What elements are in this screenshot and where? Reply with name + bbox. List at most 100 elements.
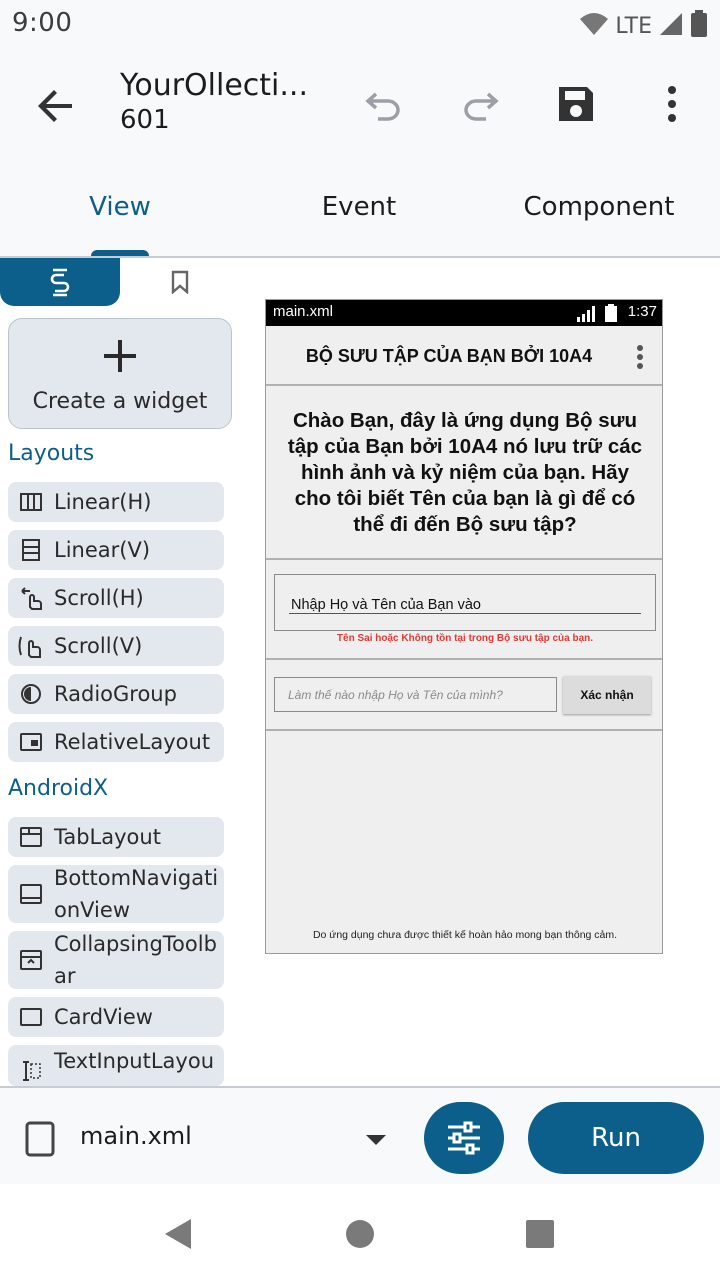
redo-button[interactable] [456,80,504,128]
status-time: 9:00 [12,8,73,38]
widget-label: Scroll(V) [54,634,143,658]
collapsing-toolbar-icon [12,949,50,971]
widget-label: RadioGroup [54,682,177,706]
nav-home-icon [346,1220,374,1248]
tab-event[interactable]: Event [299,192,419,222]
preview-input-placeholder: Làm thế nào nhập Họ và Tên của mình? [288,688,503,702]
widget-text-input-layout[interactable]: TextInputLayou [8,1045,224,1086]
project-id: 601 [120,105,170,135]
tab-component[interactable]: Component [510,192,688,222]
relative-layout-icon [12,732,50,752]
status-bar: 9:00 LTE [0,0,720,48]
tab-layout-icon [12,826,50,848]
bottom-navigation-icon [12,883,50,905]
widget-collapsing-toolbar[interactable]: CollapsingToolbar [8,931,224,989]
widget-scroll-v[interactable]: Scroll(V) [8,626,224,666]
preview-welcome-text: Chào Bạn, đây là ứng dụng Bộ sưu tập của… [287,409,643,536]
widget-label: RelativeLayout [54,730,211,754]
scroll-vertical-icon [12,633,50,659]
widget-relative-layout[interactable]: RelativeLayout [8,722,224,762]
nav-recents-button[interactable] [518,1212,562,1256]
preview-toolbar: BỘ SƯU TẬP CỦA BẠN BỞI 10A4 [266,326,662,386]
card-view-icon [12,1007,50,1027]
nav-home-button[interactable] [338,1212,382,1256]
widget-tab-layout[interactable]: TabLayout [8,817,224,857]
status-icons: LTE [579,10,708,42]
widget-linear-v[interactable]: Linear(V) [8,530,224,570]
widget-label: CollapsingToolbar [54,932,217,988]
nav-back-icon [165,1219,191,1249]
widget-label: TabLayout [54,825,161,849]
preview-status-bar: main.xml 1:37 [266,300,662,326]
scroll-horizontal-icon [12,585,50,611]
widget-radio-group[interactable]: RadioGroup [8,674,224,714]
file-icon [24,1120,56,1162]
sidebar-tab-bookmarks[interactable] [120,258,240,306]
bookmark-icon [171,270,189,294]
preview-divider [266,558,662,560]
linear-horizontal-icon [12,492,50,512]
nav-back-button[interactable] [156,1212,200,1256]
create-widget-button[interactable]: Create a widget [8,318,232,429]
preview-time: 1:37 [627,303,657,320]
preview-divider [266,729,662,731]
preview-name-field-text: Nhập Họ và Tên của Bạn vào [291,597,481,613]
sidebar-tab-widgets[interactable] [0,258,120,306]
widget-label: Linear(V) [54,538,151,562]
battery-icon [690,10,708,42]
widget-card-view[interactable]: CardView [8,997,224,1037]
nav-recents-icon [526,1220,554,1248]
project-title: YourOllecti... [120,68,308,103]
signal-icon [658,11,684,41]
preview-status-icons [577,304,618,326]
plus-icon [9,331,231,387]
undo-button[interactable] [360,80,408,128]
preview-confirm-button: Xác nhận [563,676,651,714]
section-label-layouts: Layouts [8,441,95,466]
widget-label: TextInputLayou [54,1049,215,1073]
more-vert-icon [636,344,644,374]
app-bar: YourOllecti... 601 [0,48,720,158]
widget-bottom-navigation[interactable]: BottomNavigationView [8,865,224,923]
widget-label: Linear(H) [54,490,152,514]
preview-toolbar-title: BỘ SƯU TẬP CỦA BẠN BỞI 10A4 [305,346,593,366]
back-arrow-icon [38,90,72,122]
text-input-layout-icon [12,1059,50,1083]
properties-button[interactable] [424,1102,504,1174]
preview-error-text: Tên Sai hoặc Không tồn tại trong Bộ sưu … [336,633,594,644]
linear-vertical-icon [12,538,50,562]
save-button[interactable] [552,80,600,128]
radio-group-icon [12,682,50,706]
system-nav-bar [0,1184,720,1280]
dropdown-arrow-icon[interactable] [364,1132,388,1151]
save-icon [559,87,593,121]
current-file-name[interactable]: main.xml [80,1122,192,1150]
signal-icon [577,306,596,322]
back-button[interactable] [32,82,80,130]
tab-indicator [91,250,149,256]
tune-icon [448,1121,480,1155]
undo-icon [365,92,400,121]
more-vert-icon [668,86,676,122]
widget-scroll-h[interactable]: Scroll(H) [8,578,224,618]
preview-divider [266,658,662,660]
run-button[interactable]: Run [528,1102,704,1174]
widget-label: CardView [54,1005,153,1029]
battery-icon [605,304,617,322]
preview-footer-text: Do ứng dụng chưa được thiết kế hoàn hảo … [312,929,618,941]
tab-view[interactable]: View [60,192,180,222]
wifi-icon [579,11,609,41]
preview-file-name: main.xml [273,303,334,320]
section-label-androidx: AndroidX [8,776,109,801]
create-widget-label: Create a widget [32,389,208,414]
widget-palette-icon [50,268,70,297]
preview-name-box: Nhập Họ và Tên của Bạn vào [274,574,656,631]
more-options-button[interactable] [648,80,696,128]
widget-linear-h[interactable]: Linear(H) [8,482,224,522]
tab-bar: View Event Component [0,158,720,258]
preview-name-underline [289,613,641,614]
layout-preview[interactable]: main.xml 1:37 BỘ SƯU TẬP CỦA BẠN BỞI 10A… [265,299,663,954]
preview-name-input: Làm thế nào nhập Họ và Tên của mình? [274,677,557,712]
sidebar-tabs [0,258,240,306]
bottom-bar: main.xml Run [0,1086,720,1184]
